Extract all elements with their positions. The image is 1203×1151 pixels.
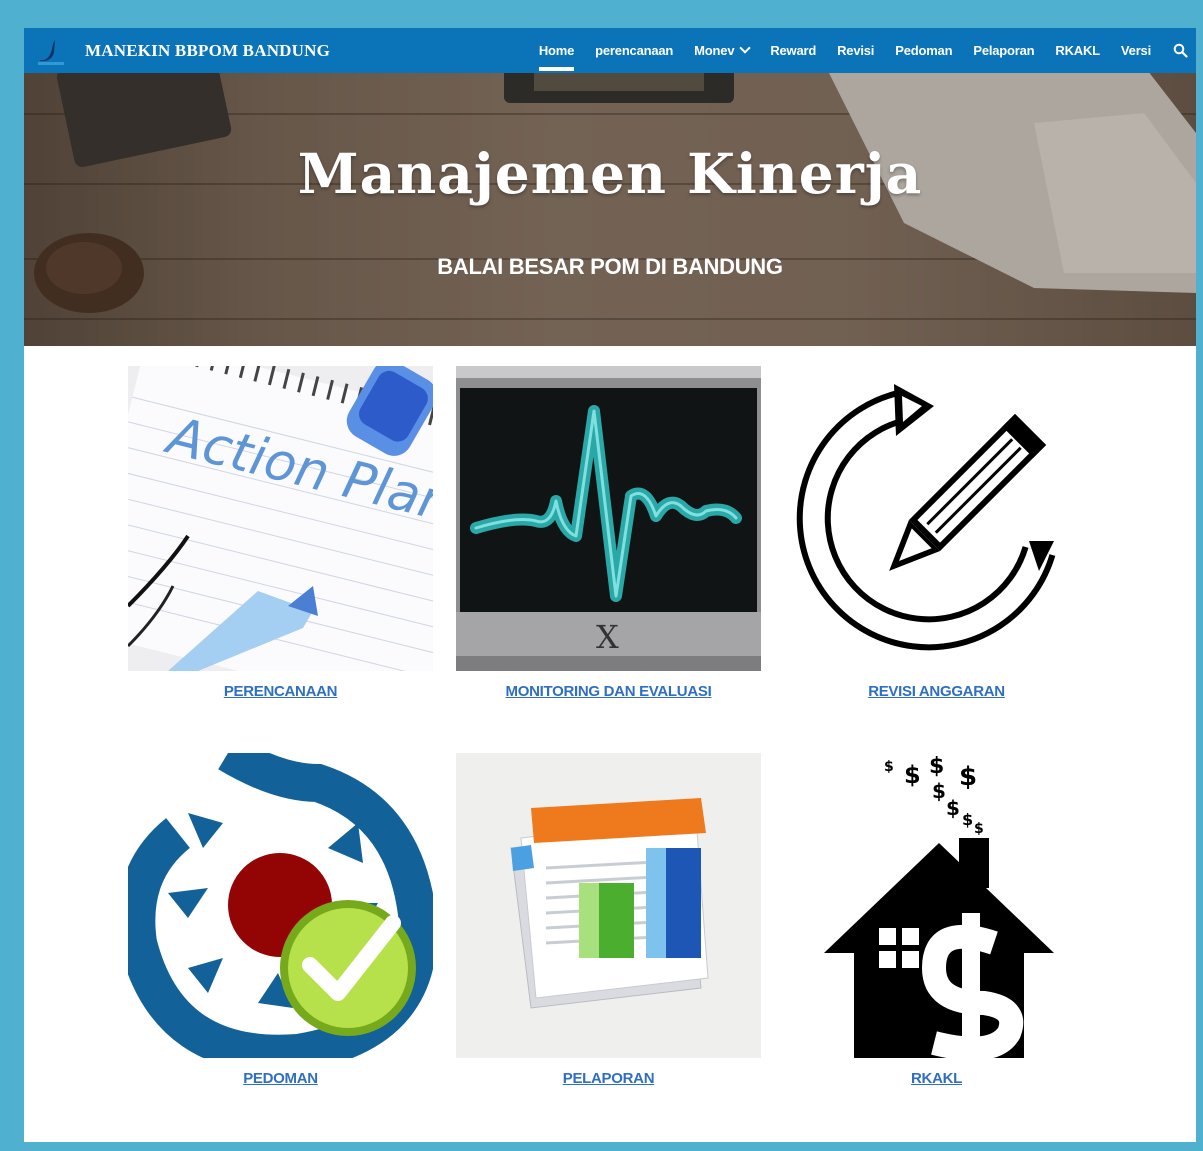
nav-reward[interactable]: Reward xyxy=(770,28,816,73)
hero-subtitle: BALAI BESAR POM DI BANDUNG xyxy=(437,254,783,279)
card-revisi: REVISI ANGGARAN xyxy=(784,366,1089,700)
nav-pelaporan-label: Pelaporan xyxy=(973,43,1035,58)
revisi-anggaran-link[interactable]: REVISI ANGGARAN xyxy=(784,683,1089,700)
nav-home[interactable]: Home xyxy=(538,28,575,73)
report-chart-image[interactable] xyxy=(456,753,761,1058)
svg-text:X: X xyxy=(596,618,619,656)
nav-versi[interactable]: Versi xyxy=(1121,28,1151,73)
nav-perencanaan[interactable]: perencanaan xyxy=(595,28,673,73)
perencanaan-link[interactable]: PERENCANAAN xyxy=(128,683,433,700)
action-plan-image[interactable]: Action Plan xyxy=(128,366,433,671)
pedoman-link[interactable]: PEDOMAN xyxy=(128,1070,433,1087)
card-pedoman: PEDOMAN xyxy=(128,753,433,1087)
site-title[interactable]: MANEKIN BBPOM BANDUNG xyxy=(85,41,330,61)
svg-text:$: $ xyxy=(904,761,921,789)
svg-text:$: $ xyxy=(884,759,894,775)
nav-monev[interactable]: Monev xyxy=(694,28,752,73)
svg-text:$: $ xyxy=(974,821,984,837)
nav-monev-label: Monev xyxy=(694,43,735,58)
card-pelaporan: PELAPORAN xyxy=(456,753,761,1087)
money-house-image[interactable]: $ $ $ $ $ $ $ $ xyxy=(784,753,1089,1058)
page-frame: MANEKIN BBPOM BANDUNG Home perencanaan M… xyxy=(24,28,1196,1142)
card-rkakl: $ $ $ $ $ $ $ $ RKAKL xyxy=(784,753,1089,1087)
svg-text:$: $ xyxy=(946,796,960,820)
hero-background-image xyxy=(24,73,1196,346)
nav-revisi[interactable]: Revisi xyxy=(837,28,874,73)
heartbeat-monitor-image[interactable]: X xyxy=(456,366,761,671)
nav-rkakl[interactable]: RKAKL xyxy=(1055,28,1100,73)
svg-text:$: $ xyxy=(962,810,973,829)
svg-text:$: $ xyxy=(929,754,944,779)
pelaporan-link[interactable]: PELAPORAN xyxy=(456,1070,761,1087)
main-nav: Home perencanaan Monev Reward Revisi Ped… xyxy=(518,28,1188,73)
hero-title: Manajemen Kinerja xyxy=(297,141,923,206)
revise-pencil-image[interactable] xyxy=(784,366,1089,671)
hero-banner: Manajemen Kinerja BALAI BESAR POM DI BAN… xyxy=(24,73,1196,346)
top-navigation-bar: MANEKIN BBPOM BANDUNG Home perencanaan M… xyxy=(24,28,1196,73)
nav-pedoman[interactable]: Pedoman xyxy=(895,28,952,73)
nav-rkakl-label: RKAKL xyxy=(1055,43,1100,58)
card-monitoring: X MONITORING DAN EVALUASI xyxy=(456,366,761,700)
nav-versi-label: Versi xyxy=(1120,43,1151,58)
chevron-down-icon xyxy=(739,42,752,54)
nav-home-label: Home xyxy=(538,43,575,58)
rkakl-link[interactable]: RKAKL xyxy=(784,1070,1089,1087)
site-logo-icon[interactable] xyxy=(34,34,68,68)
svg-text:$: $ xyxy=(959,762,977,792)
svg-text:$: $ xyxy=(932,779,946,803)
guideline-checkmark-image[interactable] xyxy=(128,753,433,1058)
nav-perencanaan-label: perencanaan xyxy=(595,43,674,58)
nav-pedoman-label: Pedoman xyxy=(895,43,953,58)
search-icon[interactable] xyxy=(1173,43,1188,58)
monitoring-link[interactable]: MONITORING DAN EVALUASI xyxy=(456,683,761,700)
card-perencanaan: Action Plan PERENCANAAN xyxy=(128,366,433,700)
nav-pelaporan[interactable]: Pelaporan xyxy=(973,28,1034,73)
nav-reward-label: Reward xyxy=(770,43,817,58)
nav-revisi-label: Revisi xyxy=(837,43,875,58)
